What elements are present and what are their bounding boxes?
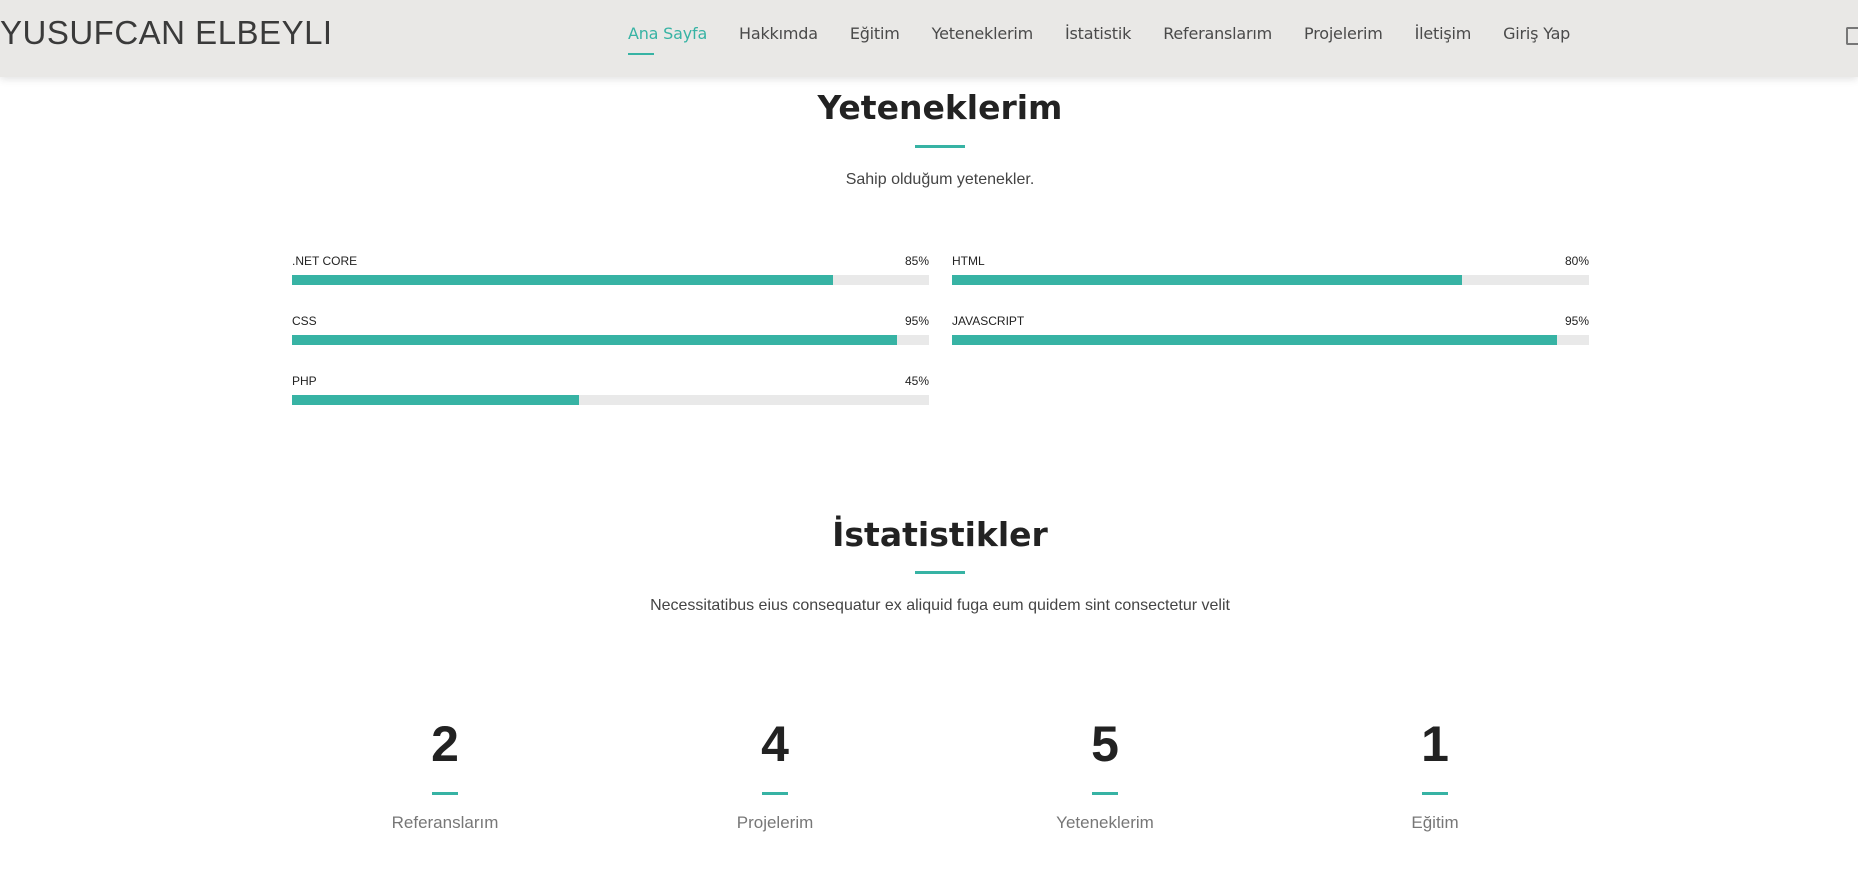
nav-item-projelerim[interactable]: Projelerim: [1304, 24, 1383, 43]
skill-name: HTML: [952, 254, 985, 268]
nav-item-ana-sayfa[interactable]: Ana Sayfa: [628, 24, 707, 55]
stats-title: İstatistikler: [832, 515, 1048, 554]
skill-progress-fill: [952, 275, 1462, 285]
stat-referanslarim: 2 Referanslarım: [315, 716, 575, 833]
skills-title: Yeteneklerim: [817, 88, 1063, 127]
skill-progress-fill: [292, 335, 898, 345]
skill-progress-fill: [292, 395, 579, 405]
skill-name: CSS: [292, 314, 317, 328]
skill-progress-track: [292, 335, 929, 345]
stat-divider: [762, 792, 788, 795]
skill-value: 45%: [904, 374, 929, 388]
skill-item-netcore: .NET CORE 85%: [292, 254, 929, 294]
stat-yeteneklerim: 5 Yeteneklerim: [975, 716, 1235, 833]
skill-progress-fill: [292, 275, 834, 285]
stats-title-underline: [915, 571, 965, 574]
linkedin-icon[interactable]: [1846, 27, 1858, 45]
nav-item-hakkimda[interactable]: Hakkımda: [739, 24, 818, 43]
stat-number: 1: [1421, 716, 1449, 772]
site-header: YUSUFCAN ELBEYLI Ana Sayfa Hakkımda Eğit…: [0, 0, 1858, 77]
skill-progress-fill: [952, 335, 1558, 345]
skill-value: 85%: [904, 254, 929, 268]
nav-item-referanslarim[interactable]: Referanslarım: [1163, 24, 1272, 43]
skills-title-underline: [915, 145, 965, 148]
skill-value: 80%: [1564, 254, 1589, 268]
stat-divider: [1092, 792, 1118, 795]
stat-label: Eğitim: [1411, 813, 1459, 832]
stat-divider: [1422, 792, 1448, 795]
skill-progress-track: [292, 275, 929, 285]
main-nav: Ana Sayfa Hakkımda Eğitim Yeteneklerim İ…: [628, 24, 1570, 55]
nav-item-istatistik[interactable]: İstatistik: [1065, 24, 1131, 43]
skill-item-php: PHP 45%: [292, 374, 929, 414]
skill-item-html: HTML 80%: [952, 254, 1589, 294]
skills-subtitle: Sahip olduğum yetenekler.: [845, 171, 1035, 188]
skill-item-javascript: JAVASCRIPT 95%: [952, 314, 1589, 354]
stat-projelerim: 4 Projelerim: [645, 716, 905, 833]
stat-divider: [432, 792, 458, 795]
skill-progress-track: [952, 275, 1589, 285]
nav-item-iletisim[interactable]: İletişim: [1415, 24, 1472, 43]
skill-name: JAVASCRIPT: [952, 314, 1025, 328]
stat-number: 4: [761, 716, 789, 772]
stats-subtitle: Necessitatibus eius consequatur ex aliqu…: [650, 597, 1230, 614]
skill-value: 95%: [904, 314, 929, 328]
skill-name: .NET CORE: [292, 254, 358, 268]
skill-value: 95%: [1564, 314, 1589, 328]
stat-label: Yeteneklerim: [1056, 813, 1154, 832]
stat-number: 2: [431, 716, 459, 772]
skill-name: PHP: [292, 374, 317, 388]
stat-egitim: 1 Eğitim: [1305, 716, 1565, 833]
skill-progress-track: [292, 395, 929, 405]
skill-item-css: CSS 95%: [292, 314, 929, 354]
nav-item-yeteneklerim[interactable]: Yeteneklerim: [932, 24, 1034, 43]
skill-progress-track: [952, 335, 1589, 345]
stat-number: 5: [1091, 716, 1119, 772]
nav-item-giris-yap[interactable]: Giriş Yap: [1503, 24, 1570, 43]
nav-item-egitim[interactable]: Eğitim: [850, 24, 900, 43]
stat-label: Referanslarım: [391, 813, 499, 832]
stat-label: Projelerim: [736, 813, 814, 832]
site-logo[interactable]: YUSUFCAN ELBEYLI: [0, 14, 333, 52]
